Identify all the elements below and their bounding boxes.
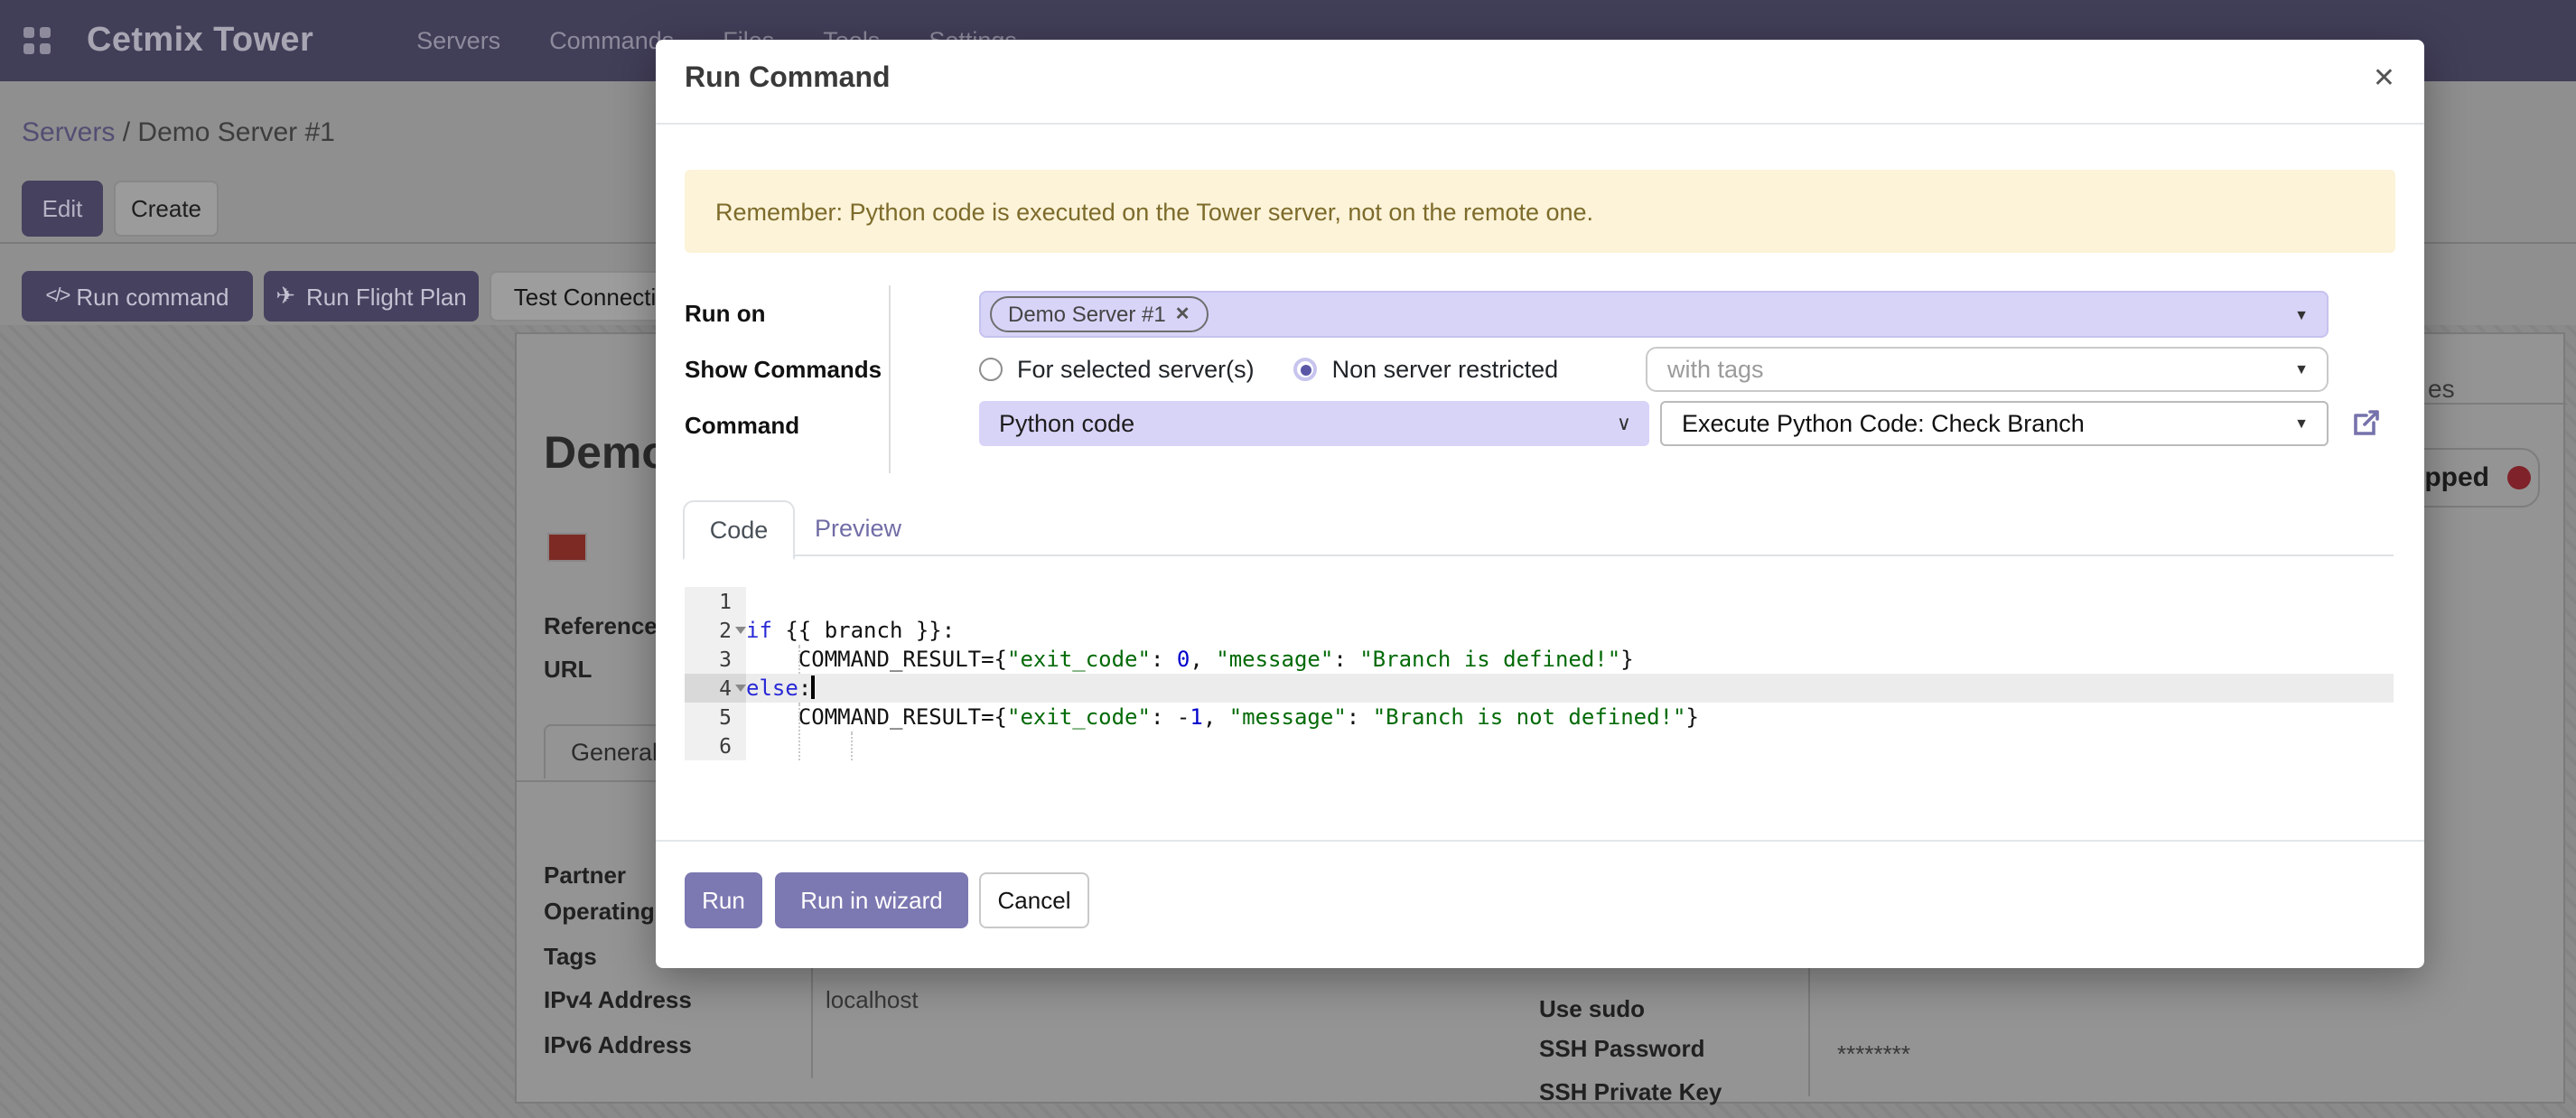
- run-flight-plan-label: Run Flight Plan: [306, 283, 467, 310]
- command-type-select[interactable]: Python code ∨: [979, 401, 1649, 446]
- external-link-icon[interactable]: [2350, 406, 2383, 439]
- breadcrumb-separator: /: [123, 117, 130, 148]
- cancel-button[interactable]: Cancel: [979, 872, 1089, 928]
- code-icon: </>: [46, 285, 70, 307]
- line-number: 5: [685, 703, 746, 731]
- show-commands-label: Show Commands: [685, 356, 882, 383]
- show-commands-radios: For selected server(s) Non server restri…: [979, 347, 1583, 392]
- color-swatch[interactable]: [547, 533, 587, 562]
- breadcrumb-current: Demo Server #1: [137, 117, 334, 148]
- radio-non-server-restricted[interactable]: [1294, 358, 1318, 381]
- line-number: 4: [685, 674, 746, 703]
- run-command-label: Run command: [76, 283, 229, 310]
- line-number: 6: [685, 731, 746, 760]
- run-command-modal: Run Command ✕ Remember: Python code is e…: [656, 40, 2424, 968]
- indent-guide: [798, 645, 800, 674]
- close-icon[interactable]: ✕: [2373, 61, 2395, 98]
- line-number: 1: [685, 587, 746, 616]
- run-on-label: Run on: [685, 300, 766, 327]
- run-button[interactable]: Run: [685, 872, 762, 928]
- server-chip: Demo Server #1 ✕: [990, 296, 1209, 332]
- tags-select[interactable]: with tags ▼: [1646, 347, 2329, 392]
- command-label: Command: [685, 412, 799, 439]
- code-line[interactable]: COMMAND_RESULT={"exit_code": -1, "messag…: [746, 703, 2394, 731]
- chevron-down-icon: ∨: [1617, 412, 1631, 435]
- command-type-value: Python code: [999, 410, 1134, 437]
- radio-for-selected-servers[interactable]: [979, 358, 1003, 381]
- ipv6-label: IPv6 Address: [544, 1031, 692, 1058]
- breadcrumb-servers-link[interactable]: Servers: [22, 117, 115, 148]
- chevron-down-icon: ▼: [2294, 306, 2309, 322]
- code-editor[interactable]: 123456 if {{ branch }}: COMMAND_RESULT={…: [685, 587, 2394, 760]
- indent-guide: [798, 703, 800, 760]
- server-chip-label: Demo Server #1: [1008, 302, 1166, 327]
- code-line[interactable]: COMMAND_RESULT={"exit_code": 0, "message…: [746, 645, 2394, 674]
- ssh-password-label: SSH Password: [1539, 1035, 1705, 1062]
- code-line[interactable]: [746, 587, 2394, 616]
- code-line[interactable]: [746, 731, 2394, 760]
- tags-label: Tags: [544, 943, 597, 970]
- chevron-down-icon: ▼: [2294, 415, 2309, 432]
- plane-icon: ✈: [275, 282, 295, 311]
- create-button[interactable]: Create: [114, 181, 219, 237]
- command-select-value: Execute Python Code: Check Branch: [1682, 410, 2085, 437]
- modal-header: Run Command ✕: [656, 40, 2424, 125]
- ssh-private-key-label: SSH Private Key: [1539, 1078, 1722, 1105]
- form-column-separator: [889, 285, 891, 473]
- code-editor-lines[interactable]: if {{ branch }}: COMMAND_RESULT={"exit_c…: [746, 587, 2394, 760]
- code-line[interactable]: else:: [746, 674, 2394, 703]
- reference-label: Reference: [544, 612, 658, 639]
- apps-grid-icon[interactable]: [23, 27, 51, 54]
- status-dot-icon: [2507, 466, 2531, 489]
- screen: Servers / Demo Server #1 Edit Create </>…: [0, 0, 2576, 1118]
- tabs-underline: [685, 554, 2394, 556]
- fold-arrow-icon[interactable]: [735, 685, 746, 692]
- tags-placeholder: with tags: [1667, 356, 1764, 383]
- use-sudo-label: Use sudo: [1539, 995, 1645, 1022]
- fold-arrow-icon[interactable]: [735, 627, 746, 634]
- app-brand: Cetmix Tower: [87, 21, 313, 61]
- run-flight-plan-button[interactable]: ✈ Run Flight Plan: [264, 271, 479, 321]
- menu-servers[interactable]: Servers: [416, 27, 500, 54]
- chip-remove-icon[interactable]: ✕: [1175, 304, 1190, 324]
- partner-label: Partner: [544, 862, 626, 889]
- ssh-password-value: ********: [1837, 1040, 1910, 1067]
- smart-button-partial[interactable]: es: [2428, 374, 2455, 403]
- text-cursor: [811, 675, 814, 699]
- tab-preview[interactable]: Preview: [815, 500, 901, 554]
- code-line[interactable]: if {{ branch }}:: [746, 616, 2394, 645]
- code-editor-gutter: 123456: [685, 587, 746, 760]
- indent-guide: [851, 731, 853, 760]
- url-label: URL: [544, 656, 592, 683]
- run-in-wizard-button[interactable]: Run in wizard: [775, 872, 968, 928]
- line-number: 3: [685, 645, 746, 674]
- chevron-down-icon: ▼: [2294, 361, 2309, 377]
- edit-button[interactable]: Edit: [22, 181, 103, 237]
- ipv4-value: localhost: [826, 986, 919, 1013]
- command-select[interactable]: Execute Python Code: Check Branch ▼: [1660, 401, 2329, 446]
- tab-code[interactable]: Code: [683, 500, 795, 560]
- modal-title: Run Command: [685, 63, 891, 96]
- warning-alert: Remember: Python code is executed on the…: [685, 170, 2395, 253]
- smart-button-underline: [2413, 403, 2567, 405]
- breadcrumb: Servers / Demo Server #1: [22, 117, 335, 148]
- radio-for-selected-servers-label[interactable]: For selected server(s): [1017, 356, 1255, 383]
- run-on-input[interactable]: Demo Server #1 ✕ ▼: [979, 291, 2329, 338]
- ipv4-label: IPv4 Address: [544, 986, 692, 1013]
- line-number: 2: [685, 616, 746, 645]
- radio-non-server-restricted-label[interactable]: Non server restricted: [1332, 356, 1559, 383]
- footer-divider: [656, 840, 2424, 842]
- run-command-button[interactable]: </> Run command: [22, 271, 253, 321]
